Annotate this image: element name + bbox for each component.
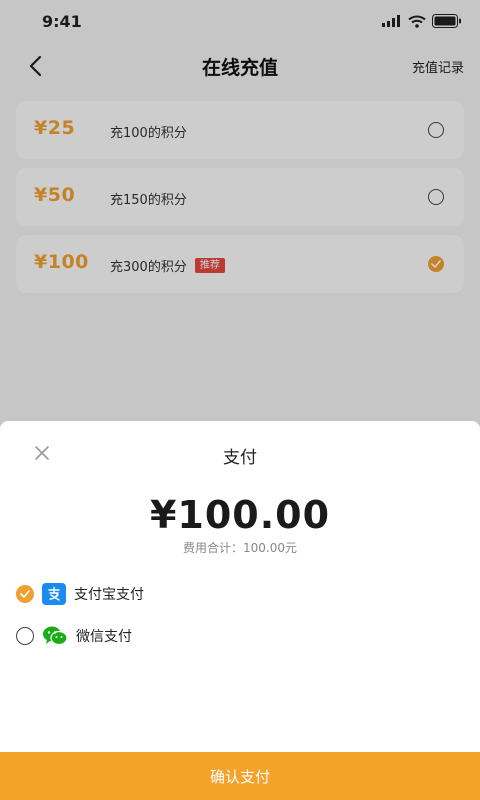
payment-method-wechat[interactable]: 微信支付 [16, 622, 132, 650]
method-label: 微信支付 [76, 629, 132, 645]
confirm-payment-button[interactable]: 确认支付 [0, 752, 480, 800]
payment-method-alipay[interactable]: 支付宝支付 [16, 580, 144, 608]
wechat-icon [42, 625, 68, 647]
sheet-title: 支付 [223, 448, 257, 468]
method-radio-checked[interactable] [16, 585, 34, 603]
payment-amount: ¥100.00 [149, 493, 331, 537]
payment-sheet: 支付 ¥100.00 费用合计：100.00元 支付宝支付 微信支付 [0, 421, 480, 800]
check-icon [20, 590, 30, 598]
payment-total: 费用合计：100.00元 [183, 541, 297, 555]
method-label: 支付宝支付 [74, 587, 144, 603]
alipay-icon [42, 583, 66, 605]
method-radio[interactable] [16, 627, 34, 645]
